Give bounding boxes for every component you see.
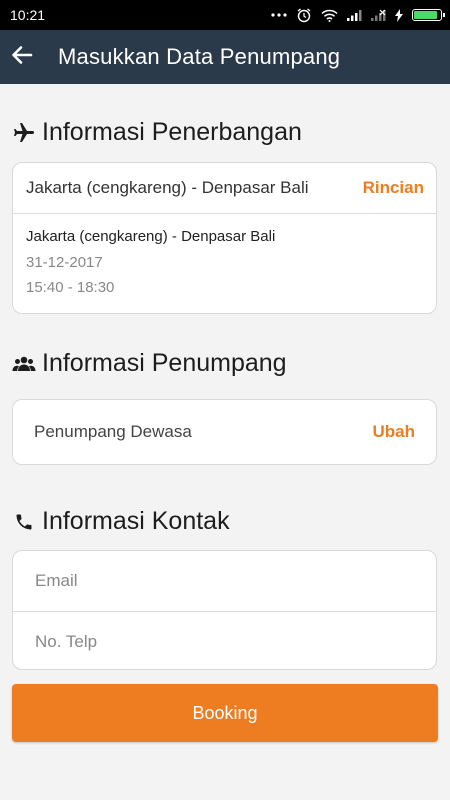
back-arrow-icon [10, 43, 34, 72]
flight-date: 31-12-2017 [26, 254, 103, 271]
app-bar: Masukkan Data Penumpang [0, 30, 450, 84]
flight-summary-row: Jakarta (cengkareng) - Denpasar Bali Rin… [13, 163, 436, 214]
detail-link[interactable]: Rincian [363, 178, 424, 198]
change-passenger-link[interactable]: Ubah [373, 422, 416, 442]
passenger-card: Penumpang Dewasa Ubah [12, 399, 437, 465]
signal-off-icon [371, 9, 386, 21]
passenger-info-title: Informasi Penumpang [42, 349, 287, 377]
passenger-info-heading: Informasi Penumpang [12, 349, 287, 378]
charging-icon [395, 8, 403, 22]
battery-icon [412, 9, 445, 21]
page-title: Masukkan Data Penumpang [58, 44, 341, 69]
passenger-type-label: Penumpang Dewasa [34, 422, 192, 441]
flight-detail: Jakarta (cengkareng) - Denpasar Bali 31-… [13, 214, 436, 296]
contact-info-title: Informasi Kontak [42, 507, 230, 535]
flight-info-title: Informasi Penerbangan [42, 118, 302, 146]
back-button[interactable] [0, 30, 44, 84]
status-time: 10:21 [10, 7, 46, 23]
contact-info-heading: Informasi Kontak [12, 507, 230, 536]
flight-detail-route: Jakarta (cengkareng) - Denpasar Bali [26, 228, 276, 245]
alarm-icon [296, 7, 312, 23]
email-row [13, 551, 436, 611]
booking-button[interactable]: Booking [12, 684, 438, 742]
wifi-icon [321, 9, 338, 22]
phone-field[interactable] [33, 630, 416, 653]
flight-route: Jakarta (cengkareng) - Denpasar Bali [26, 178, 309, 197]
flight-card: Jakarta (cengkareng) - Denpasar Bali Rin… [12, 162, 437, 314]
flight-time: 15:40 - 18:30 [26, 279, 115, 296]
status-bar: 10:21 [0, 0, 450, 30]
status-icons [271, 7, 445, 23]
phone-row [13, 611, 436, 671]
airplane-icon [12, 121, 36, 145]
contact-card [12, 550, 437, 670]
signal-icon [347, 9, 362, 21]
people-icon [12, 352, 36, 376]
email-field[interactable] [33, 570, 416, 592]
flight-info-heading: Informasi Penerbangan [12, 118, 302, 147]
phone-icon [12, 510, 36, 534]
more-dots-icon [271, 12, 287, 18]
